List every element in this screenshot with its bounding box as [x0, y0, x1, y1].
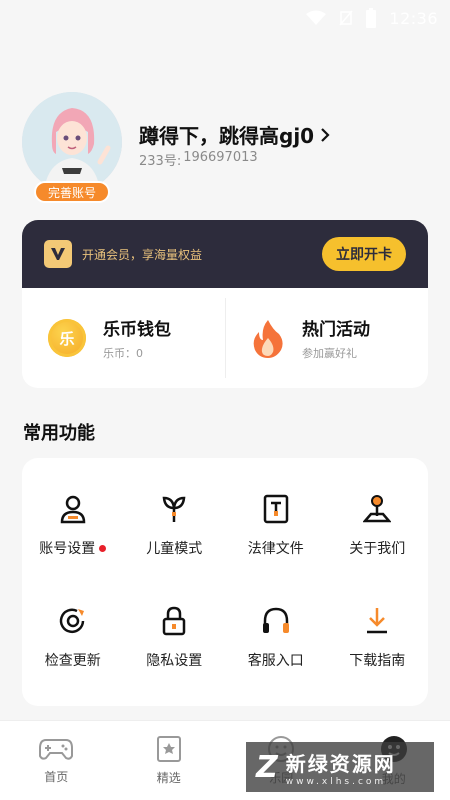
uid-label: 233号: [139, 154, 182, 169]
lock-icon [163, 606, 186, 636]
account-settings-item[interactable]: 账号设置 [22, 470, 124, 582]
complete-account-button[interactable]: 完善账号 [34, 181, 110, 203]
about-us-item[interactable]: 关于我们 [327, 470, 429, 582]
avatar[interactable] [22, 92, 122, 192]
download-guide-item[interactable]: 下载指南 [327, 582, 429, 694]
status-time: 12:36 [389, 8, 438, 28]
kids-mode-label: 儿童模式 [146, 541, 203, 557]
customer-service-label: 客服入口 [247, 653, 304, 669]
activity-sub: 参加赢好礼 [302, 347, 357, 360]
avatar-illustration-icon [22, 92, 122, 192]
coin-icon: 乐 [48, 319, 86, 357]
account-icon [60, 495, 86, 524]
battery-icon [366, 8, 377, 28]
flame-icon [253, 320, 283, 358]
vip-banner[interactable]: 开通会员，享海量权益 立即开卡 [22, 220, 428, 288]
vip-logo-icon [44, 240, 72, 268]
sprout-icon [162, 496, 186, 522]
nickname-text: 蹲得下，跳得高gj0 [139, 124, 315, 148]
download-icon [367, 608, 388, 634]
watermark-logo-icon: Z [256, 749, 278, 785]
site-watermark: Z 新绿资源网 www.xlhs.com [246, 742, 434, 792]
membership-card: 开通会员，享海量权益 立即开卡 乐 乐币钱包 乐币：0 热门活动 参加赢好礼 [22, 220, 428, 388]
headphones-icon [262, 607, 289, 633]
open-vip-button[interactable]: 立即开卡 [322, 237, 406, 271]
kids-mode-item[interactable]: 儿童模式 [124, 470, 226, 582]
star-bookmark-icon [156, 736, 181, 762]
profile-header: 完善账号 蹲得下，跳得高gj0 233号: 196697013 [22, 92, 432, 203]
tab-home-label: 首页 [44, 770, 69, 784]
vip-promo-text: 开通会员，享海量权益 [82, 247, 203, 262]
tab-featured-label: 精选 [156, 771, 181, 785]
quick-actions: 乐 乐币钱包 乐币：0 热门活动 参加赢好礼 [22, 288, 428, 388]
about-us-label: 关于我们 [349, 541, 406, 557]
check-update-item[interactable]: 检查更新 [22, 582, 124, 694]
notification-dot [99, 544, 107, 552]
update-icon [59, 608, 84, 634]
watermark-url: www.xlhs.com [285, 776, 387, 787]
no-sim-icon [339, 10, 353, 26]
tab-home[interactable]: 首页 [0, 721, 113, 800]
download-guide-label: 下载指南 [349, 653, 406, 669]
joystick-icon [363, 495, 392, 523]
status-bar: 12:36 [0, 0, 450, 36]
tab-featured[interactable]: 精选 [113, 721, 226, 800]
privacy-settings-item[interactable]: 隐私设置 [124, 582, 226, 694]
common-functions-grid: 账号设置 儿童模式 法律文件 关于我们 检查更新 隐私设置 客服入口 下载指南 [22, 458, 428, 706]
nickname[interactable]: 蹲得下，跳得高gj0 [139, 120, 330, 149]
coin-glyph: 乐 [59, 329, 75, 348]
account-settings-label: 账号设置 [39, 541, 96, 557]
privacy-settings-label: 隐私设置 [146, 653, 203, 669]
activity-title: 热门活动 [302, 320, 370, 340]
user-id: 233号: 196697013 [139, 150, 258, 169]
wifi-icon [306, 10, 327, 25]
chevron-right-icon [321, 127, 330, 142]
legal-docs-label: 法律文件 [247, 541, 304, 557]
wallet-title: 乐币钱包 [103, 320, 171, 340]
check-update-label: 检查更新 [44, 653, 101, 669]
wallet-balance: 乐币：0 [103, 347, 143, 360]
legal-docs-item[interactable]: 法律文件 [225, 470, 327, 582]
uid-value: 196697013 [183, 150, 258, 165]
customer-service-item[interactable]: 客服入口 [225, 582, 327, 694]
common-functions-title: 常用功能 [23, 423, 95, 444]
gamepad-icon [39, 739, 74, 760]
watermark-title: 新绿资源网 [285, 751, 396, 776]
wallet-entry[interactable]: 乐 乐币钱包 乐币：0 [22, 288, 225, 388]
legal-doc-icon [263, 494, 288, 524]
activity-entry[interactable]: 热门活动 参加赢好礼 [225, 288, 428, 388]
